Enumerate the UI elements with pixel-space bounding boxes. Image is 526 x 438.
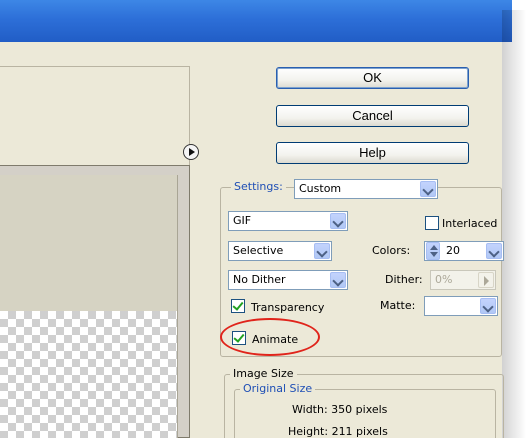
dither-amount-field: 0% (430, 270, 496, 290)
interlaced-checkbox[interactable] (425, 216, 439, 230)
chevron-down-icon (330, 213, 346, 229)
transparency-checkerboard (0, 311, 178, 438)
preset-dropdown[interactable]: Custom (294, 179, 438, 199)
title-bar[interactable] (0, 0, 512, 42)
chevron-down-icon (420, 181, 436, 197)
play-arrow-icon (478, 272, 494, 288)
interlaced-label: Interlaced (442, 217, 498, 230)
window-shadow (502, 10, 526, 438)
help-button[interactable]: Help (276, 142, 469, 164)
chevron-down-icon (480, 298, 496, 314)
dither-algorithm-dropdown[interactable]: No Dither (228, 270, 348, 290)
image-size-legend: Image Size (230, 367, 297, 380)
cancel-button[interactable]: Cancel (276, 105, 469, 127)
chevron-down-icon (314, 243, 330, 259)
format-value: GIF (233, 214, 252, 227)
colors-value: 20 (446, 244, 460, 257)
chevron-down-icon (486, 243, 502, 259)
original-size-legend: Original Size (240, 382, 316, 395)
colors-combo[interactable]: 20 (424, 241, 504, 261)
preview-image-area (0, 175, 178, 311)
matte-dropdown[interactable] (424, 296, 498, 316)
ok-button[interactable]: OK (276, 67, 469, 89)
preset-value: Custom (299, 182, 342, 195)
transparency-checkbox[interactable] (231, 299, 245, 313)
dither-algorithm-value: No Dither (233, 273, 286, 286)
up-down-arrows-icon[interactable] (426, 242, 440, 260)
preview-menu-icon[interactable] (183, 144, 199, 160)
color-reduction-value: Selective (233, 244, 284, 257)
dither-label: Dither: (385, 273, 423, 286)
dither-amount-value: 0% (435, 273, 453, 286)
optimize-dialog: OK Cancel Help Settings: Custom GIF Inte… (0, 0, 526, 438)
original-width-text: Width: 350 pixels (292, 403, 388, 416)
colors-label: Colors: (372, 244, 411, 257)
matte-label: Matte: (380, 299, 416, 312)
format-dropdown[interactable]: GIF (228, 211, 348, 231)
original-height-text: Height: 211 pixels (288, 425, 388, 438)
chevron-down-icon (330, 272, 346, 288)
transparency-label: Transparency (251, 301, 325, 314)
settings-legend: Settings: (231, 180, 286, 193)
highlight-circle (220, 318, 320, 356)
color-reduction-dropdown[interactable]: Selective (228, 241, 332, 261)
